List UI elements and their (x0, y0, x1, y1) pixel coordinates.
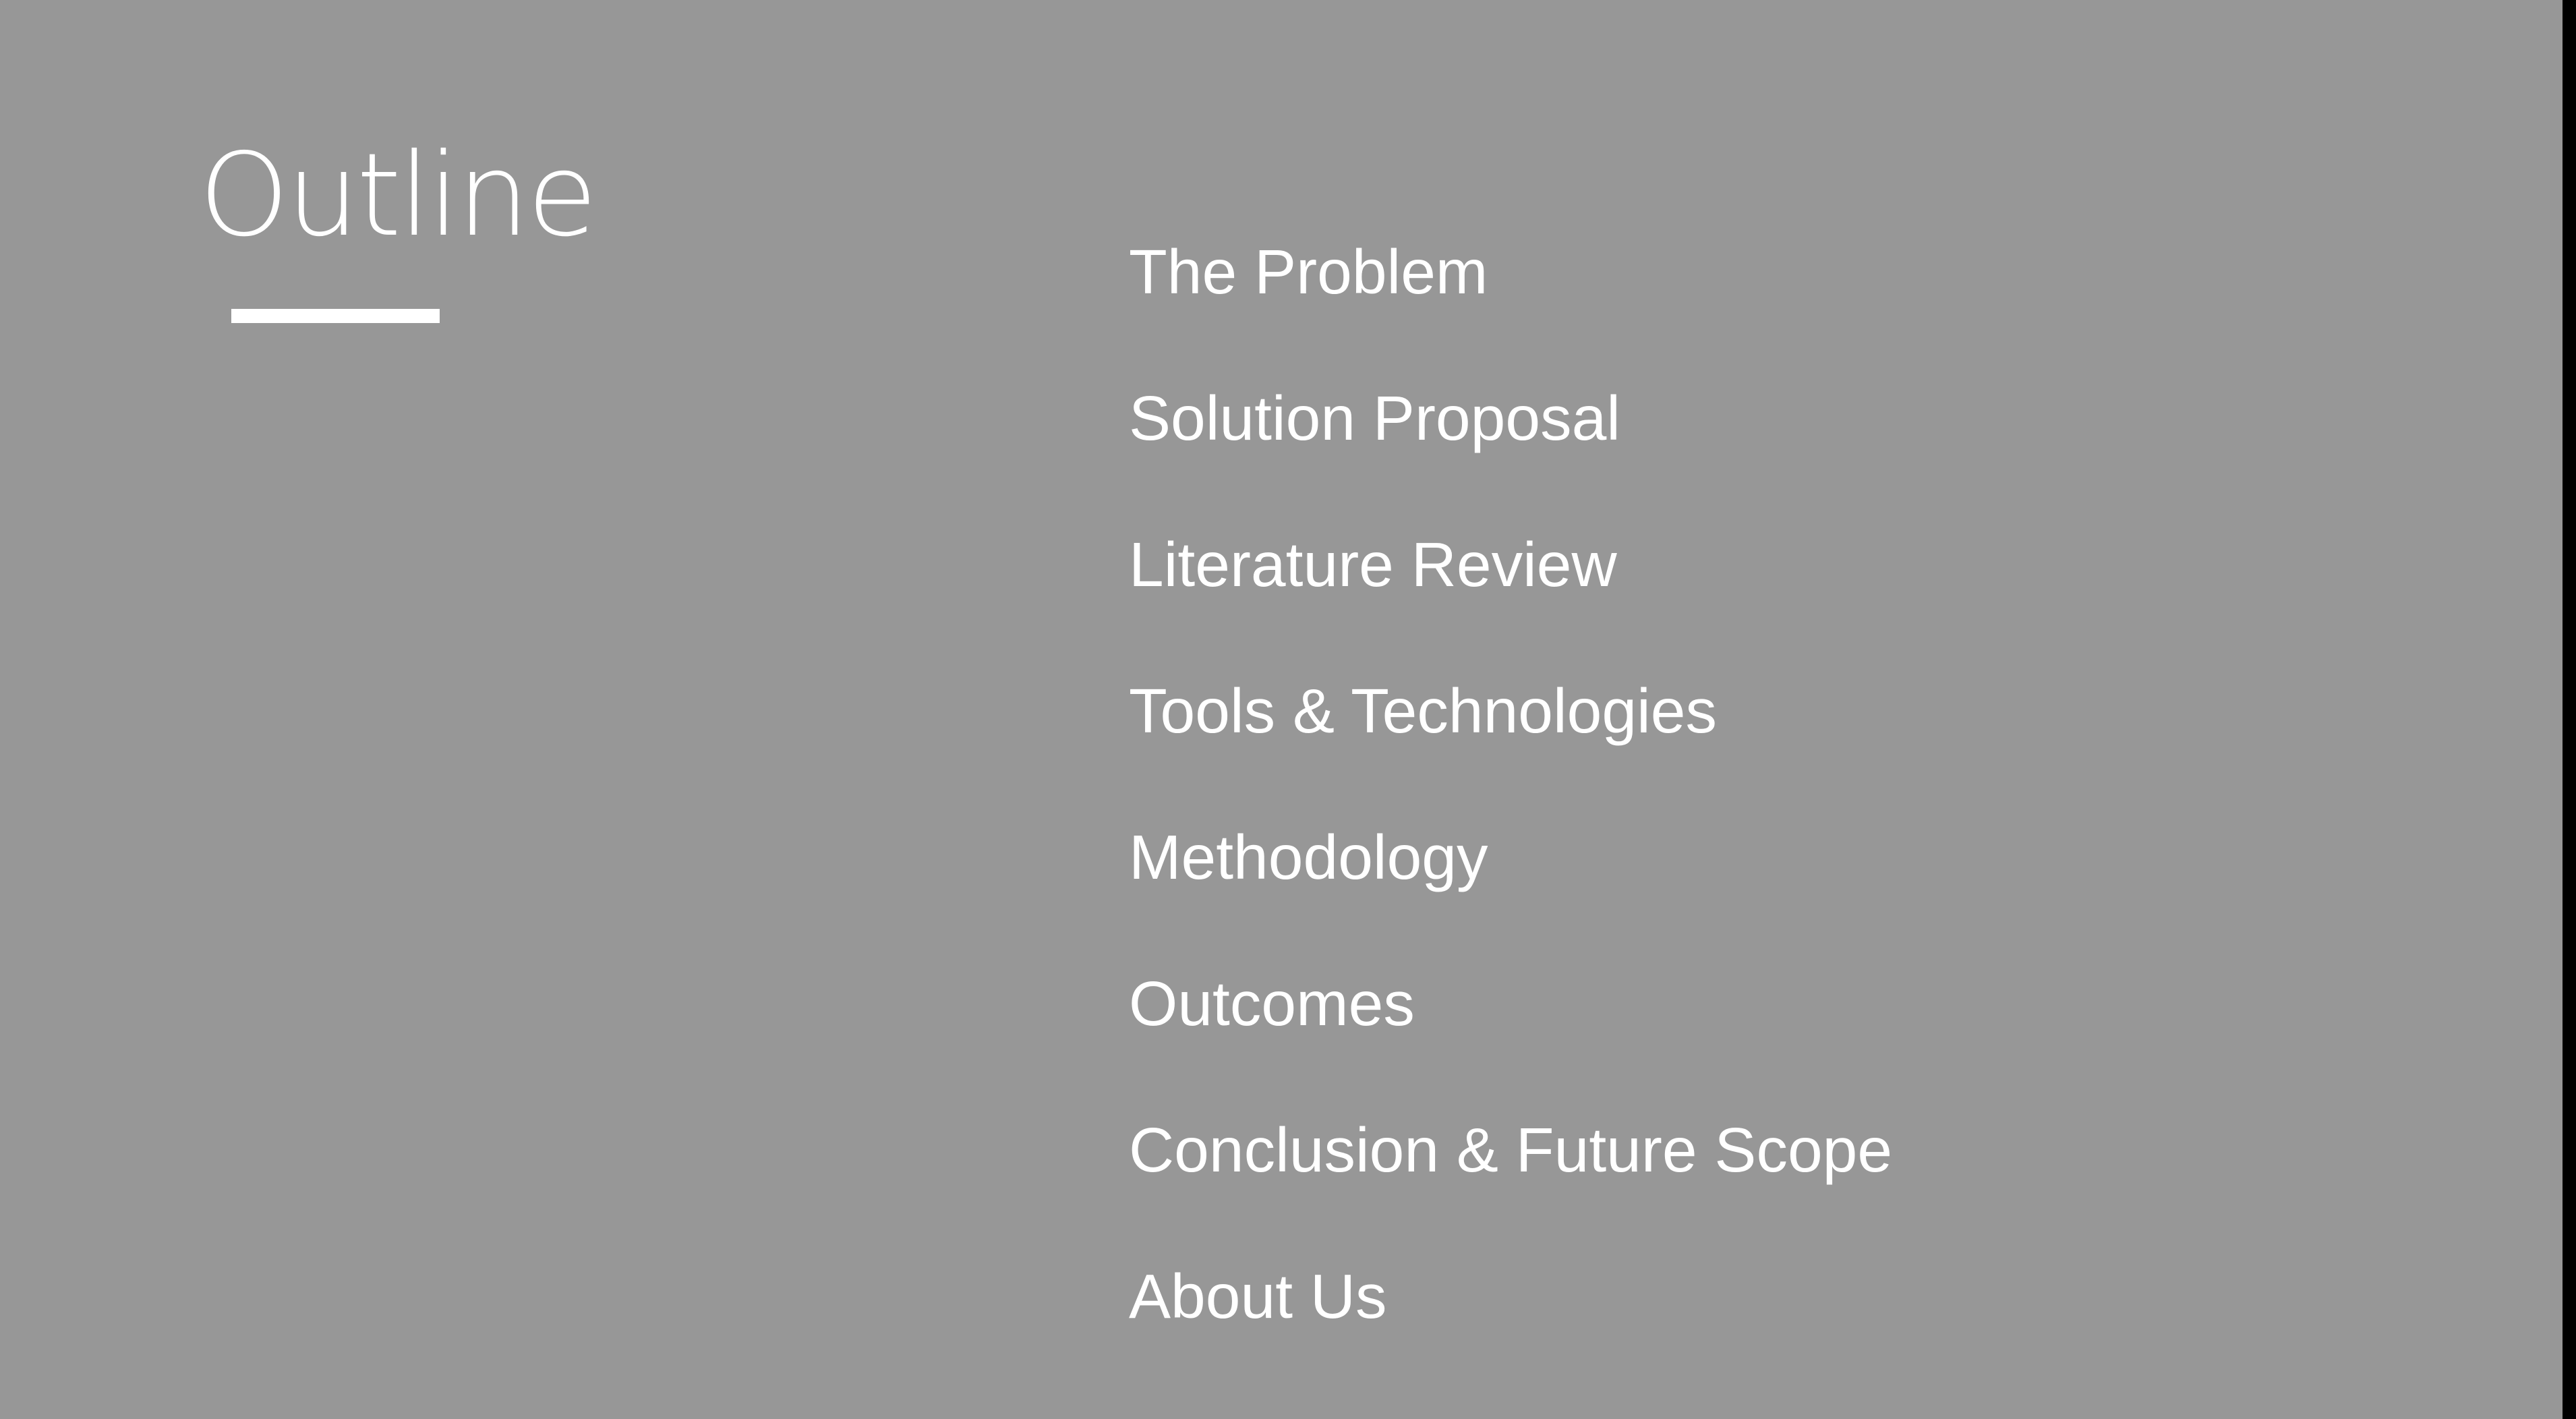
outline-item-outcomes[interactable]: Outcomes (1129, 963, 1415, 1044)
outline-item-conclusion-future-scope[interactable]: Conclusion & Future Scope (1129, 1109, 1892, 1190)
slide-canvas: Outline The Problem Solution Proposal Li… (0, 0, 2563, 1419)
outline-item-about-us[interactable]: About Us (1129, 1256, 1387, 1337)
title-underline (231, 309, 440, 323)
outline-item-tools-technologies[interactable]: Tools & Technologies (1129, 670, 1717, 751)
outline-item-methodology[interactable]: Methodology (1129, 817, 1488, 898)
slide-title: Outline (199, 129, 597, 262)
outline-item-solution-proposal[interactable]: Solution Proposal (1129, 378, 1620, 459)
window-edge-strip (2563, 0, 2576, 1419)
outline-item-literature-review[interactable]: Literature Review (1129, 524, 1617, 605)
outline-item-the-problem[interactable]: The Problem (1129, 231, 1488, 312)
